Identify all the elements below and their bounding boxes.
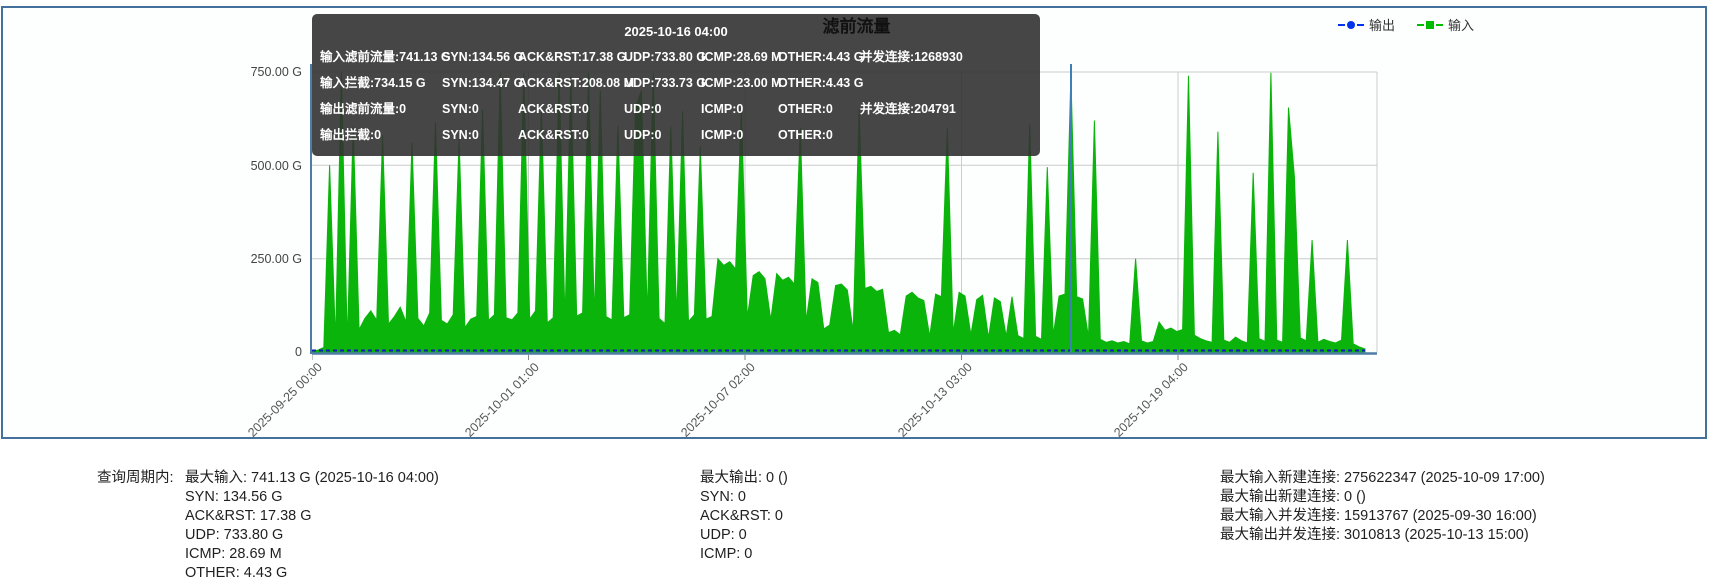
y-axis-tick-label: 0 [230,345,302,359]
square-marker-icon [1417,21,1443,29]
tooltip-cell: UDP:0 [624,122,701,148]
tooltip-cell: ACK&RST:0 [518,96,624,122]
summary-line: UDP: 0 [700,526,788,545]
tooltip-cell: SYN:0 [442,122,518,148]
summary-line: 最大输入并发连接: 15913767 (2025-09-30 16:00) [1220,507,1545,526]
tooltip-cell: 并发连接:1268930 [860,44,1032,70]
tooltip-cell: SYN:0 [442,96,518,122]
tooltip-cell: ICMP:23.00 M [701,70,778,96]
summary-line: ACK&RST: 17.38 G [185,507,439,526]
summary-period-label: 查询周期内: [97,469,174,488]
circle-marker-icon [1338,21,1364,29]
summary-line: UDP: 733.80 G [185,526,439,545]
tooltip-cell: ACK&RST:17.38 G [518,44,624,70]
tooltip-cell [860,122,1032,148]
summary-col-max-input: 最大输入: 741.13 G (2025-10-16 04:00)SYN: 13… [185,469,439,583]
tooltip-cell: SYN:134.47 G [442,70,518,96]
legend-label: 输入 [1448,15,1474,34]
summary-line: 最大输出: 0 () [700,469,788,488]
tooltip-cell: OTHER:4.43 G [778,44,860,70]
chart-tooltip: 2025-10-16 04:00 输入滤前流量:741.13 GSYN:134.… [312,14,1040,156]
tooltip-table: 输入滤前流量:741.13 GSYN:134.56 GACK&RST:17.38… [320,44,1032,148]
tooltip-cell: ICMP:28.69 M [701,44,778,70]
tooltip-cell: 输出拦截:0 [320,122,442,148]
chart-title: 滤前流量 [823,12,891,37]
tooltip-cell: ACK&RST:0 [518,122,624,148]
tooltip-cell: UDP:733.80 G [624,44,701,70]
tooltip-timestamp: 2025-10-16 04:00 [320,19,1032,44]
summary-line: ICMP: 0 [700,545,788,564]
tooltip-cell: 输入滤前流量:741.13 G [320,44,442,70]
tooltip-cell: UDP:733.73 G [624,70,701,96]
tooltip-cell: ICMP:0 [701,96,778,122]
tooltip-cell: 输入拦截:734.15 G [320,70,442,96]
summary-line: SYN: 0 [700,488,788,507]
summary-line: 最大输出新建连接: 0 () [1220,488,1545,507]
summary-line: 最大输出并发连接: 3010813 (2025-10-13 15:00) [1220,526,1545,545]
tooltip-cell: OTHER:4.43 G [778,70,860,96]
y-axis-tick-label: 250.00 G [230,252,302,266]
y-axis-tick-label: 500.00 G [230,159,302,173]
summary-line: 最大输入: 741.13 G (2025-10-16 04:00) [185,469,439,488]
summary-line: ACK&RST: 0 [700,507,788,526]
tooltip-cell: OTHER:0 [778,96,860,122]
summary-line: 最大输入新建连接: 275622347 (2025-10-09 17:00) [1220,469,1545,488]
y-axis-tick-label: 750.00 G [230,65,302,79]
summary-col-connections: 最大输入新建连接: 275622347 (2025-10-09 17:00)最大… [1220,469,1545,545]
tooltip-cell: UDP:0 [624,96,701,122]
legend-item-input[interactable]: 输入 [1417,15,1474,34]
tooltip-cell: ACK&RST:208.08 M [518,70,624,96]
tooltip-cell: ICMP:0 [701,122,778,148]
summary-line: SYN: 134.56 G [185,488,439,507]
legend-label: 输出 [1369,15,1395,34]
summary-line: OTHER: 4.43 G [185,564,439,583]
tooltip-cell: 输出滤前流量:0 [320,96,442,122]
tooltip-cell: SYN:134.56 G [442,44,518,70]
legend-item-output[interactable]: 输出 [1338,15,1395,34]
tooltip-cell: 并发连接:204791 [860,96,1032,122]
tooltip-cell: OTHER:0 [778,122,860,148]
summary-line: ICMP: 28.69 M [185,545,439,564]
tooltip-cell [860,70,1032,96]
chart-legend: 输出 输入 [1338,15,1474,34]
summary-col-max-output: 最大输出: 0 ()SYN: 0ACK&RST: 0UDP: 0ICMP: 0 [700,469,788,564]
